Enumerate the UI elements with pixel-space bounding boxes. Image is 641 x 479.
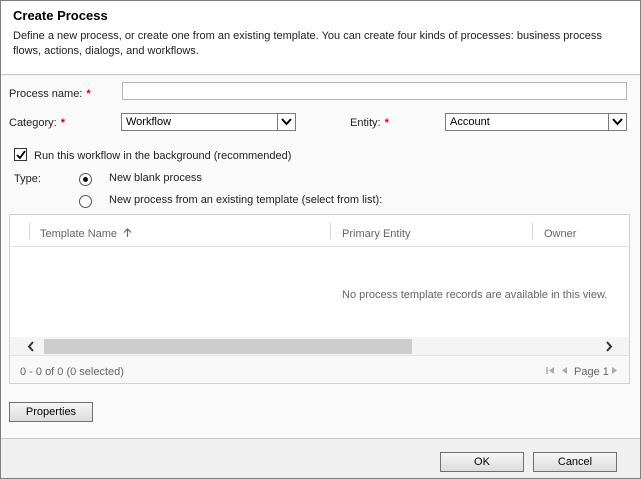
required-marker: * xyxy=(384,117,389,129)
ok-button[interactable]: OK xyxy=(440,452,524,472)
scrollbar-thumb[interactable] xyxy=(44,339,412,354)
entity-value: Account xyxy=(450,116,490,128)
column-header-template-name-text: Template Name xyxy=(40,228,118,240)
next-page-icon[interactable] xyxy=(611,366,618,375)
column-separator xyxy=(29,223,30,239)
process-name-label-text: Process name: xyxy=(9,88,83,100)
column-header-owner[interactable]: Owner xyxy=(544,228,576,240)
grid-footer: 0 - 0 of 0 (0 selected) Page 1 xyxy=(10,355,629,383)
category-label: Category: * xyxy=(9,117,65,129)
cancel-button[interactable]: Cancel xyxy=(533,452,617,472)
arrow-up-icon xyxy=(123,228,132,237)
dialog-description: Define a new process, or create one from… xyxy=(13,30,602,57)
background-checkbox[interactable] xyxy=(14,148,27,161)
background-checkbox-label: Run this workflow in the background (rec… xyxy=(34,150,292,162)
scroll-left-icon[interactable] xyxy=(27,341,35,352)
radio-from-template-label: New process from an existing template (s… xyxy=(109,194,383,206)
page-label: Page 1 xyxy=(574,366,609,378)
previous-page-icon[interactable] xyxy=(561,366,568,375)
column-separator xyxy=(532,223,533,239)
radio-new-blank-process[interactable] xyxy=(79,173,92,186)
dialog-header: Create Process Define a new process, or … xyxy=(1,1,640,75)
type-label: Type: xyxy=(14,173,41,185)
entity-label: Entity: * xyxy=(350,117,389,129)
properties-button[interactable]: Properties xyxy=(9,402,93,422)
radio-selected-dot xyxy=(83,177,88,182)
create-process-dialog: Create Process Define a new process, or … xyxy=(0,0,641,479)
template-grid: Template Name Primary Entity Owner No pr… xyxy=(9,214,630,384)
required-marker: * xyxy=(60,117,65,129)
entity-label-text: Entity: xyxy=(350,117,381,129)
category-select[interactable]: Workflow xyxy=(121,113,296,131)
column-header-template-name[interactable]: Template Name xyxy=(40,228,132,240)
grid-empty-message: No process template records are availabl… xyxy=(342,289,608,301)
dialog-title: Create Process xyxy=(13,8,108,23)
radio-from-template[interactable] xyxy=(79,195,92,208)
grid-header: Template Name Primary Entity Owner xyxy=(10,215,629,247)
required-marker: * xyxy=(86,88,91,100)
column-separator xyxy=(330,223,331,239)
chevron-down-icon[interactable] xyxy=(277,114,295,130)
scroll-right-icon[interactable] xyxy=(605,341,613,352)
category-label-text: Category: xyxy=(9,117,57,129)
first-page-icon[interactable] xyxy=(546,366,555,375)
category-value: Workflow xyxy=(126,116,172,128)
horizontal-scrollbar[interactable] xyxy=(10,337,629,355)
radio-new-blank-process-label: New blank process xyxy=(109,172,202,184)
process-name-label: Process name: * xyxy=(9,88,91,100)
entity-select[interactable]: Account xyxy=(445,113,627,131)
process-name-input[interactable] xyxy=(122,82,627,100)
column-header-primary-entity[interactable]: Primary Entity xyxy=(342,228,410,240)
record-count: 0 - 0 of 0 (0 selected) xyxy=(20,366,124,378)
chevron-down-icon[interactable] xyxy=(608,114,626,130)
